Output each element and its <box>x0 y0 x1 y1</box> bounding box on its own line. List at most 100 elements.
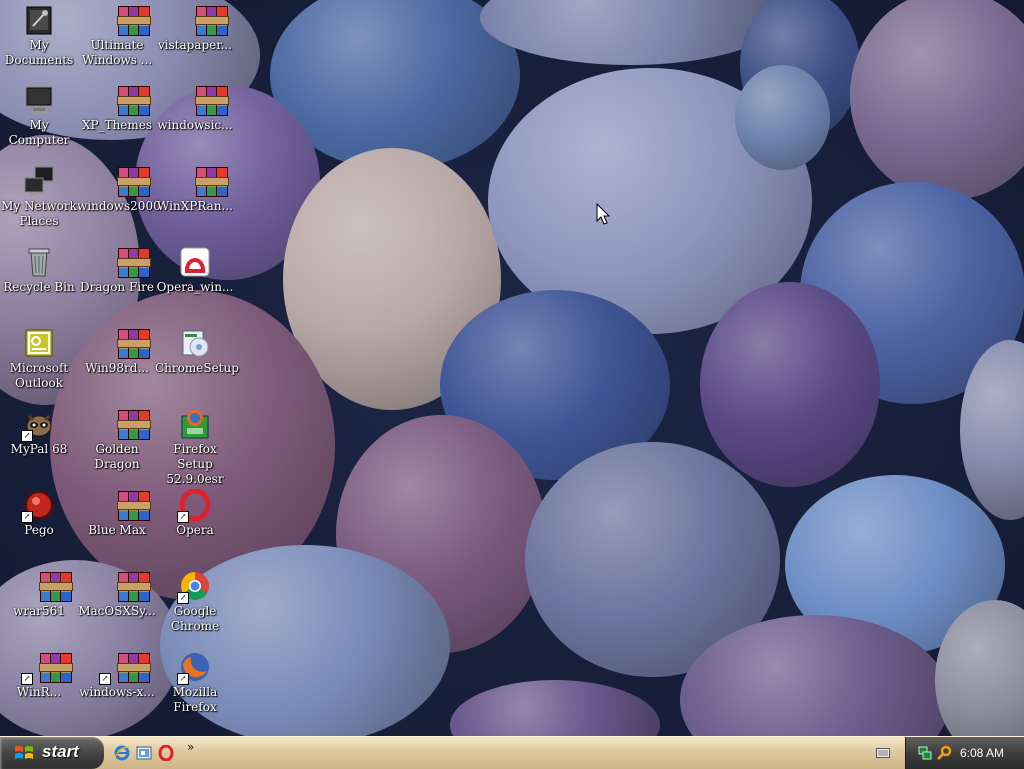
icon-label: My Computer <box>8 118 70 147</box>
winrar-archive-icon <box>101 165 151 197</box>
winrar-archive-icon <box>101 408 151 440</box>
winrar-archive-icon <box>101 489 151 521</box>
shortcut-arrow-icon: ↗ <box>177 592 189 604</box>
wallpaper-stone <box>735 65 830 170</box>
taskbar: start » 6:08 AM <box>0 736 1024 769</box>
desktop-icon-microsoft-outlook[interactable]: Microsoft Outlook <box>0 327 79 391</box>
icon-label: windowsic... <box>157 118 233 132</box>
icon-label: Golden Dragon <box>94 442 140 471</box>
start-label: start <box>42 742 79 761</box>
winrar-archive-icon <box>23 570 73 602</box>
winrar-archive-icon <box>101 246 151 278</box>
shortcut-arrow-icon: ↗ <box>177 673 189 685</box>
opera-icon: ↗ <box>177 488 211 523</box>
desktop-icon-windowsic[interactable]: windowsic... <box>155 84 235 133</box>
shortcut-arrow-icon: ↗ <box>21 511 33 523</box>
opera-installer-icon <box>179 246 211 278</box>
setup-installer-icon <box>179 327 211 359</box>
icon-label: WinR... <box>16 685 62 699</box>
desktop-icon-google-chrome[interactable]: ↗ Google Chrome <box>155 570 235 634</box>
desktop-icon-firefox-setup[interactable]: Firefox Setup 52.9.0esr <box>155 408 235 487</box>
search-tray-icon[interactable] <box>936 745 952 761</box>
clock[interactable]: 6:08 AM <box>960 746 1004 760</box>
network-places-icon <box>23 165 55 197</box>
chrome-icon: ↗ <box>177 570 211 604</box>
winrar-archive-icon <box>179 165 229 197</box>
icon-label: MacOSXSy... <box>78 604 156 618</box>
desktop-icon-ultimate-windows[interactable]: Ultimate Windows ... <box>77 4 157 68</box>
firefox-icon: ↗ <box>177 651 211 685</box>
outlook-icon <box>23 327 55 359</box>
shortcut-arrow-icon: ↗ <box>177 511 189 523</box>
desktop-icon-chromesetup[interactable]: ChromeSetup <box>155 327 239 376</box>
mypal-raccoon-icon: ↗ <box>21 408 55 442</box>
wallpaper-stone <box>480 0 780 65</box>
mouse-cursor-icon <box>596 203 610 225</box>
desktop-icon-xp-themes[interactable]: XP_Themes <box>77 84 157 133</box>
winrar-archive-icon <box>101 4 151 36</box>
desktop-icon-my-documents[interactable]: My Documents <box>0 4 79 68</box>
icon-label: Ultimate Windows ... <box>81 38 153 67</box>
desktop-icon-mozilla-firefox[interactable]: ↗ Mozilla Firefox <box>155 651 235 715</box>
icon-label: Opera_win... <box>156 280 234 294</box>
system-tray: 6:08 AM <box>905 737 1024 769</box>
my-documents-icon <box>23 4 55 36</box>
winrar-archive-icon: ↗ <box>99 651 151 685</box>
winrar-archive-icon <box>101 327 151 359</box>
show-desktop-icon[interactable] <box>136 745 152 761</box>
icon-label: Recycle Bin <box>3 280 75 294</box>
desktop-icon-opera-win[interactable]: Opera_win... <box>155 246 235 295</box>
desktop-icon-windows2000[interactable]: windows2000 <box>77 165 161 214</box>
icon-label: My Network Places <box>1 199 77 228</box>
desktop-icon-opera[interactable]: ↗ Opera <box>155 488 235 538</box>
desktop-icon-winxpran[interactable]: WinXPRan... <box>155 165 235 214</box>
network-tray-icon[interactable] <box>918 745 932 761</box>
icon-label: Pego <box>24 523 54 537</box>
desktop-icon-my-computer[interactable]: My Computer <box>0 84 79 148</box>
opera-icon[interactable] <box>158 745 174 761</box>
desktop-icon-vistapapers[interactable]: vistapaper... <box>155 4 235 53</box>
shortcut-arrow-icon: ↗ <box>21 430 33 442</box>
desktop-icon-golden-dragon[interactable]: Golden Dragon <box>77 408 157 472</box>
computer-icon <box>23 84 55 116</box>
winrar-archive-icon <box>101 570 151 602</box>
windows-logo-icon <box>15 746 33 759</box>
desktop-icon-recycle-bin[interactable]: Recycle Bin <box>0 246 79 295</box>
start-button[interactable]: start <box>0 737 104 769</box>
icon-label: vistapaper... <box>157 38 233 52</box>
desktop-icon-wrar561[interactable]: wrar561 <box>0 570 79 619</box>
winrar-archive-icon <box>179 4 229 36</box>
internet-explorer-icon[interactable] <box>114 745 130 761</box>
desktop-icon-macosxsy[interactable]: MacOSXSy... <box>77 570 157 619</box>
icon-label: My Documents <box>4 38 74 67</box>
winrar-archive-icon: ↗ <box>21 651 73 685</box>
desktop-icon-win98rd[interactable]: Win98rd... <box>77 327 157 376</box>
firefox-setup-icon <box>179 408 211 440</box>
wallpaper-stone <box>450 680 660 736</box>
icon-label: Firefox Setup 52.9.0esr <box>166 442 224 486</box>
icon-label: Blue Max <box>88 523 146 537</box>
desktop-icon-blue-max[interactable]: Blue Max <box>77 489 157 538</box>
desktop[interactable]: My Documents My Computer My Network Plac… <box>0 0 1024 736</box>
wallpaper-stone <box>850 0 1024 200</box>
icon-label: wrar561 <box>13 604 65 618</box>
desktop-icon-winr[interactable]: ↗ WinR... <box>0 651 79 700</box>
quick-launch-overflow-button[interactable]: » <box>187 740 194 754</box>
shortcut-arrow-icon: ↗ <box>99 673 111 685</box>
icon-label: Opera <box>176 523 214 537</box>
desktop-icon-mypal[interactable]: ↗ MyPal 68 <box>0 408 79 457</box>
desktop-icon-pego[interactable]: ↗ Pego <box>0 489 79 538</box>
icon-label: windows-x... <box>79 685 155 699</box>
icon-label: WinXPRan... <box>157 199 233 213</box>
desktop-icon-dragon-fire[interactable]: Dragon Fire <box>77 246 157 295</box>
icon-label: MyPal 68 <box>10 442 68 456</box>
icon-label: windows2000 <box>77 199 161 213</box>
keyboard-icon[interactable] <box>876 747 890 759</box>
icon-label: Mozilla Firefox <box>172 685 218 714</box>
icon-label: XP_Themes <box>81 118 153 132</box>
shortcut-arrow-icon: ↗ <box>21 673 33 685</box>
desktop-icon-windows-x[interactable]: ↗ windows-x... <box>77 651 157 700</box>
pego-icon: ↗ <box>21 489 55 523</box>
recycle-bin-icon <box>23 246 55 278</box>
desktop-icon-my-network-places[interactable]: My Network Places <box>0 165 79 229</box>
